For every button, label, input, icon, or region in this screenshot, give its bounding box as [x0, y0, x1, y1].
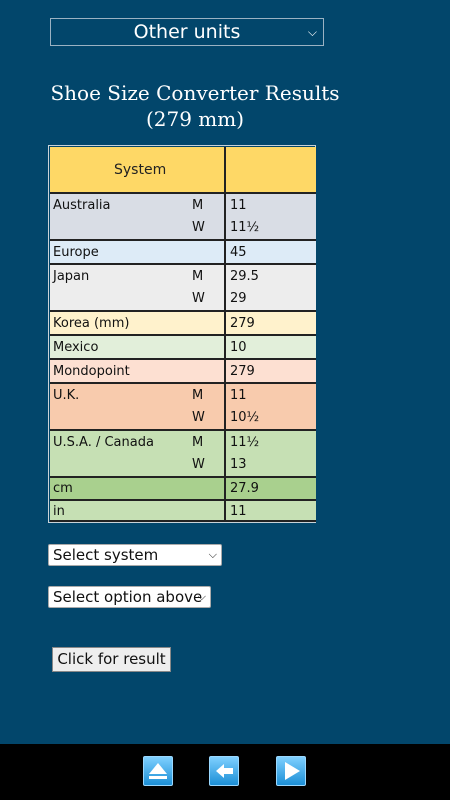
row-label: Europe	[53, 245, 99, 260]
row-value: 10	[230, 340, 247, 355]
gender-w: W	[192, 291, 205, 306]
row-label: Japan	[53, 269, 90, 284]
table-row-in: in 11	[50, 499, 316, 522]
value-w: 29	[230, 291, 247, 306]
table-row-korea: Korea (mm) 279	[50, 310, 316, 334]
value-w: 13	[230, 457, 247, 472]
gender-w: W	[192, 457, 205, 472]
option-select-label: Select option above	[53, 588, 203, 606]
eject-icon[interactable]	[143, 756, 173, 786]
table-row-japan: Japan M W 29.5 29	[50, 263, 316, 310]
row-value: 27.9	[230, 481, 259, 496]
table-row-uk: U.K. M W 11 10½	[50, 382, 316, 429]
gender-w: W	[192, 220, 205, 235]
system-select-label: Select system	[53, 546, 159, 564]
system-select[interactable]: Select system ⌵	[48, 544, 222, 566]
gender-m: M	[192, 435, 204, 450]
row-label: Korea (mm)	[53, 316, 130, 331]
value-m: 11	[230, 198, 247, 213]
gender-w: W	[192, 410, 205, 425]
back-arrow-icon[interactable]	[209, 756, 239, 786]
results-table: System Australia M W 11 11½ Europe 45 Ja…	[48, 145, 316, 523]
page-title: Shoe Size Converter Results (279 mm)	[40, 80, 350, 132]
row-value: 279	[230, 316, 255, 331]
title-line-1: Shoe Size Converter Results	[50, 81, 340, 105]
forward-arrow-icon[interactable]	[276, 756, 306, 786]
gender-m: M	[192, 198, 204, 213]
row-value: 11	[230, 504, 247, 519]
row-label: Mexico	[53, 340, 99, 355]
table-row-cm: cm 27.9	[50, 476, 316, 499]
row-label: Australia	[53, 198, 111, 213]
gender-m: M	[192, 269, 204, 284]
value-w: 10½	[230, 410, 260, 425]
row-label: in	[53, 504, 65, 519]
table-row-mondopoint: Mondopoint 279	[50, 358, 316, 382]
chevron-down-icon: ⌵	[307, 25, 317, 39]
table-row-australia: Australia M W 11 11½	[50, 192, 316, 239]
row-label: cm	[53, 481, 73, 496]
title-line-2: (279 mm)	[145, 107, 245, 131]
click-for-result-button[interactable]: Click for result	[52, 647, 171, 672]
row-label: U.S.A. / Canada	[53, 435, 154, 450]
table-row-mexico: Mexico 10	[50, 334, 316, 358]
chevron-down-icon: ⌵	[197, 590, 206, 603]
table-row-usa-canada: U.S.A. / Canada M W 11½ 13	[50, 429, 316, 476]
table-header: System	[50, 147, 316, 192]
value-m: 29.5	[230, 269, 259, 284]
units-dropdown[interactable]: Other units ⌵	[50, 18, 324, 46]
value-m: 11½	[230, 435, 260, 450]
row-label: Mondopoint	[53, 364, 130, 379]
row-value: 279	[230, 364, 255, 379]
units-dropdown-label: Other units	[133, 21, 241, 43]
value-w: 11½	[230, 220, 260, 235]
row-value: 45	[230, 245, 247, 260]
row-label: U.K.	[53, 388, 80, 403]
chevron-down-icon: ⌵	[208, 548, 217, 561]
table-row-europe: Europe 45	[50, 239, 316, 263]
gender-m: M	[192, 388, 204, 403]
value-m: 11	[230, 388, 247, 403]
header-system: System	[114, 162, 167, 178]
option-select[interactable]: Select option above ⌵	[48, 586, 211, 608]
